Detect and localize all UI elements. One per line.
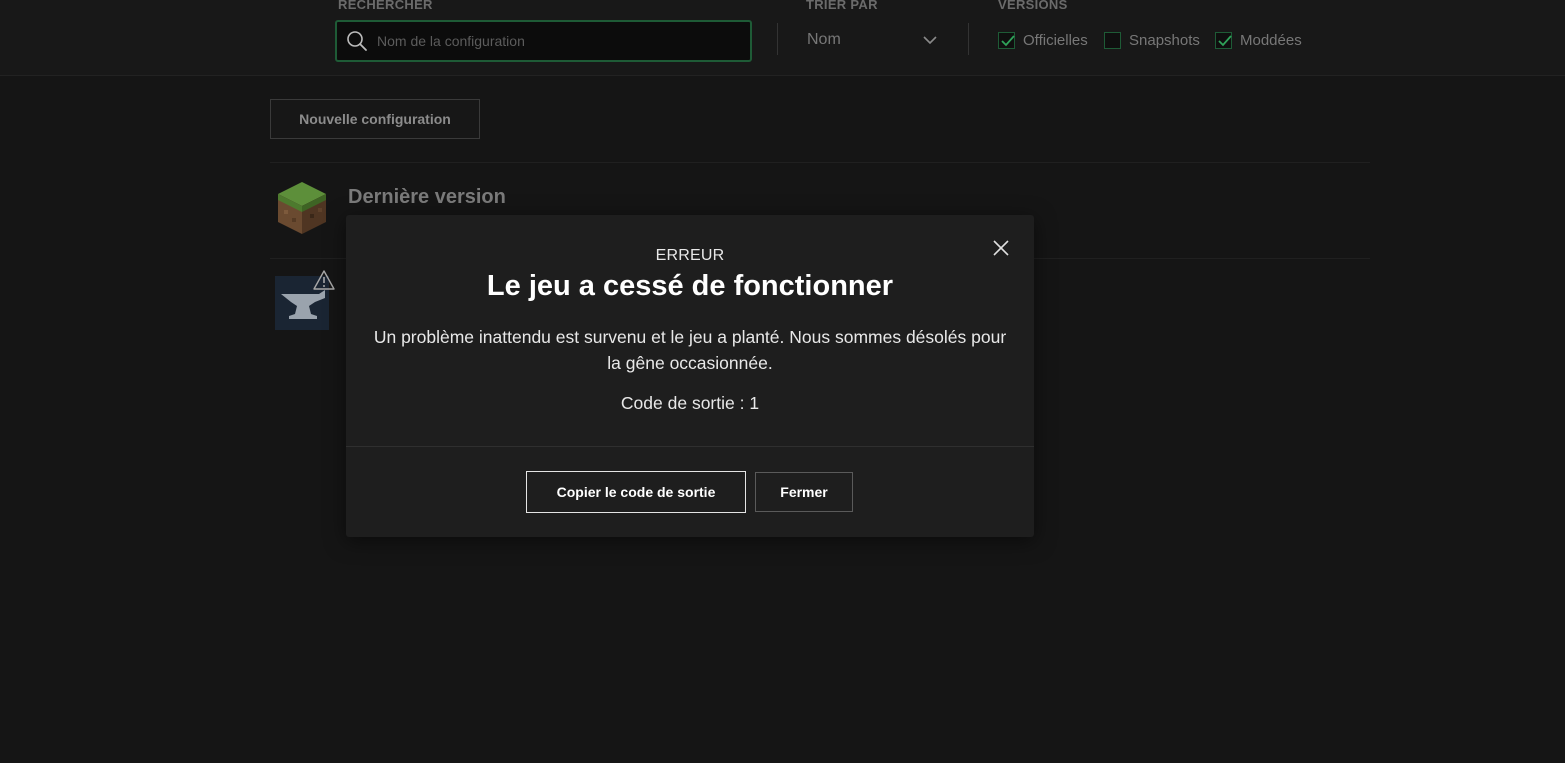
error-dialog: ERREUR Le jeu a cessé de fonctionner Un … <box>346 215 1034 537</box>
divider <box>777 23 778 55</box>
copy-exit-code-button[interactable]: Copier le code de sortie <box>526 471 746 513</box>
search-icon <box>347 31 367 51</box>
checkmark-icon <box>1001 34 1015 46</box>
exit-code: Code de sortie : 1 <box>620 393 760 413</box>
dialog-message: Un problème inattendu est survenu et le … <box>373 327 1007 373</box>
dialog-kicker: ERREUR <box>655 247 725 264</box>
checkmark-icon <box>1218 34 1232 46</box>
checkbox-checked[interactable] <box>1215 31 1232 49</box>
new-configuration-button[interactable]: Nouvelle configuration <box>270 99 480 139</box>
grass-block-icon <box>278 182 326 234</box>
filter-bar: RECHERCHER TRIER PAR Nom VERSIONS Offici… <box>0 0 1565 76</box>
divider <box>270 162 1370 163</box>
versions-label: VERSIONS <box>998 0 1068 12</box>
sort-selected-value: Nom <box>807 31 841 48</box>
version-filter-officielles[interactable]: Officielles <box>998 30 1088 50</box>
sort-label: TRIER PAR <box>806 0 878 12</box>
search-input[interactable] <box>377 22 737 60</box>
version-filter-snapshots[interactable]: Snapshots <box>1104 30 1200 50</box>
dialog-title: Le jeu a cessé de fonctionner <box>486 270 894 302</box>
warning-icon <box>313 270 335 290</box>
version-label: Snapshots <box>1129 31 1200 49</box>
search-label: RECHERCHER <box>338 0 433 12</box>
search-box[interactable] <box>335 20 752 62</box>
chevron-down-icon <box>923 36 937 45</box>
sort-dropdown[interactable]: Nom <box>806 26 946 54</box>
divider <box>968 23 969 55</box>
close-button[interactable]: Fermer <box>755 472 853 512</box>
divider <box>346 446 1034 447</box>
installation-name: Dernière version <box>348 186 506 208</box>
version-label: Officielles <box>1023 31 1088 49</box>
checkbox-checked[interactable] <box>998 31 1015 49</box>
version-filter-moddees[interactable]: Moddées <box>1215 30 1302 50</box>
checkbox-unchecked[interactable] <box>1104 31 1121 49</box>
version-label: Moddées <box>1240 31 1302 49</box>
